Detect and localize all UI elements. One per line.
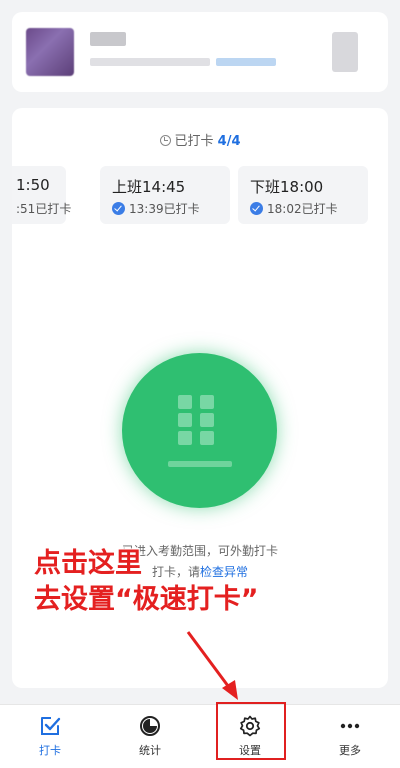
tab-label: 更多 — [339, 744, 361, 757]
tab-label: 统计 — [139, 744, 161, 757]
tab-punch[interactable]: 打卡 — [0, 705, 100, 768]
tab-more[interactable]: 更多 — [300, 705, 400, 768]
settings-highlight-box — [216, 702, 286, 760]
pie-chart-icon — [140, 716, 160, 736]
tab-label: 打卡 — [39, 744, 61, 757]
check-icon — [41, 717, 61, 735]
bottom-tab-bar: 打卡 统计 设置 更多 — [0, 704, 400, 768]
annotation-arrow — [186, 631, 238, 700]
more-icon — [340, 723, 360, 729]
tab-statistics[interactable]: 统计 — [100, 705, 200, 768]
